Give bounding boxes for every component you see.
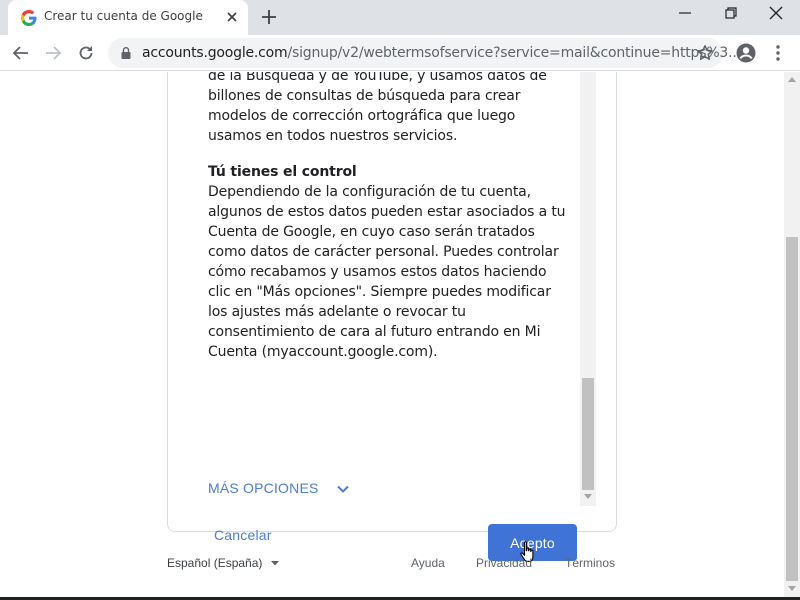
terms-scrollbar[interactable] <box>580 72 596 506</box>
minimize-icon[interactable] <box>677 5 693 21</box>
browser-toolbar: accounts.google.com/signup/v2/webtermsof… <box>0 35 800 71</box>
terms-text: intereses, los cuales se derivan del uso… <box>208 72 568 362</box>
address-bar[interactable]: accounts.google.com/signup/v2/webtermsof… <box>108 38 741 68</box>
lock-icon[interactable] <box>120 46 132 60</box>
page-footer: Español (España) Ayuda Privacidad Términ… <box>167 556 617 576</box>
terms-scrollbar-thumb[interactable] <box>582 378 594 490</box>
forward-arrow-icon[interactable] <box>44 44 62 62</box>
terms-scroll-area[interactable]: intereses, los cuales se derivan del uso… <box>208 72 568 412</box>
terms-card: intereses, los cuales se derivan del uso… <box>167 72 617 563</box>
more-options-label: MÁS OPCIONES <box>208 480 319 496</box>
url-text[interactable]: accounts.google.com/signup/v2/webtermsof… <box>142 45 741 61</box>
close-window-icon[interactable] <box>768 5 784 21</box>
url-host: accounts.google.com <box>142 45 288 61</box>
profile-avatar-icon[interactable] <box>736 43 756 63</box>
google-favicon-icon <box>21 10 37 26</box>
cancel-button[interactable]: Cancelar <box>214 527 272 543</box>
privacy-link[interactable]: Privacidad <box>476 556 532 570</box>
terms-paragraph: Dependiendo de la configuración de tu cu… <box>208 184 566 360</box>
help-link[interactable]: Ayuda <box>411 556 445 570</box>
page-scrollbar[interactable] <box>784 72 800 598</box>
chevron-down-icon <box>336 485 349 493</box>
more-options-toggle[interactable]: MÁS OPCIONES <box>208 479 351 497</box>
browser-tab[interactable]: Crear tu cuenta de Google <box>8 0 248 35</box>
tab-title: Crear tu cuenta de Google <box>44 9 203 23</box>
caret-down-icon <box>271 561 280 566</box>
url-path: /signup/v2/webtermsofservice?service=mai… <box>287 45 741 61</box>
section-title: Tú tienes el control <box>208 164 357 180</box>
language-label: Español (España) <box>167 556 263 570</box>
bookmark-star-icon[interactable] <box>696 44 714 62</box>
scroll-down-arrow-icon[interactable] <box>788 584 796 592</box>
terms-paragraph: intereses, los cuales se derivan del uso… <box>208 72 547 144</box>
back-arrow-icon[interactable] <box>12 44 30 62</box>
page-viewport: intereses, los cuales se derivan del uso… <box>0 72 784 598</box>
restore-icon[interactable] <box>723 5 739 21</box>
new-tab-icon[interactable] <box>261 9 277 25</box>
terms-link[interactable]: Términos <box>565 556 615 570</box>
scroll-down-arrow-icon[interactable] <box>584 492 592 500</box>
page-scrollbar-thumb[interactable] <box>786 237 798 581</box>
language-select[interactable]: Español (España) <box>167 556 280 570</box>
tab-strip: Crear tu cuenta de Google <box>0 0 800 35</box>
scroll-up-arrow-icon[interactable] <box>788 76 796 84</box>
reload-icon[interactable] <box>77 44 95 62</box>
close-tab-icon[interactable] <box>225 10 239 24</box>
kebab-menu-icon[interactable] <box>772 44 784 62</box>
